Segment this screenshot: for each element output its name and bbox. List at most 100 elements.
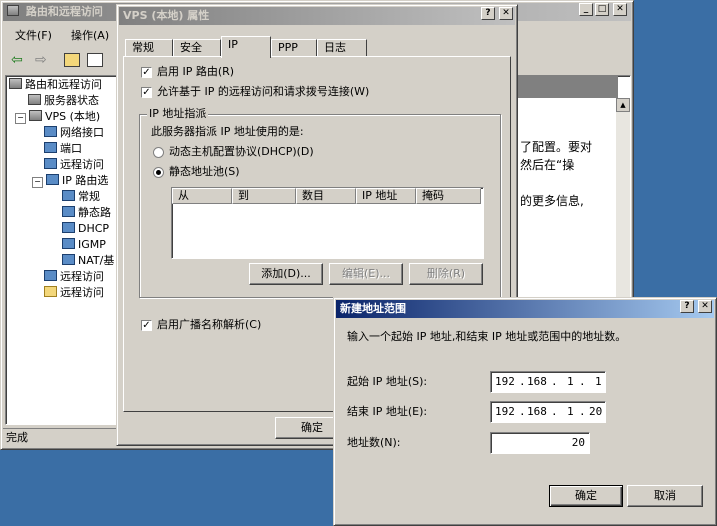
dialog-instruction: 输入一个起始 IP 地址,和结束 IP 地址或范围中的地址数。 bbox=[347, 330, 627, 343]
dialog-ok-button[interactable]: 确定 bbox=[549, 485, 623, 507]
column-from[interactable]: 从 bbox=[172, 188, 232, 204]
static-pool-radio[interactable] bbox=[153, 167, 164, 178]
dialog-title-bar[interactable]: 新建地址范围 bbox=[336, 300, 714, 318]
end-ip-label: 结束 IP 地址(E): bbox=[347, 405, 428, 418]
tab-general[interactable]: 常规 bbox=[125, 39, 173, 57]
static-pool-radio-label[interactable]: 静态地址池(S) bbox=[169, 165, 240, 179]
server-icon bbox=[29, 110, 42, 121]
end-ip-field[interactable]: 192 . 168 . 1 . 20 bbox=[490, 401, 606, 423]
start-ip-field[interactable]: 192 . 168 . 1 . 1 bbox=[490, 371, 606, 393]
new-address-range-dialog: 新建地址范围 ? ✕ 输入一个起始 IP 地址,和结束 IP 地址或范围中的地址… bbox=[333, 297, 717, 526]
tree-pane[interactable]: 路由和远程访问 服务器状态 − VPS (本地) 网络接口 端口 远程访问 − IP… bbox=[5, 75, 120, 425]
dialog-cancel-button[interactable]: 取消 bbox=[627, 485, 703, 507]
start-ip-octet-2[interactable]: 168 bbox=[527, 373, 547, 391]
server-icon bbox=[28, 94, 41, 105]
menu-file[interactable]: 文件(F) bbox=[15, 29, 52, 43]
tree-item-ports[interactable]: 端口 bbox=[44, 142, 82, 156]
tree-item-general[interactable]: 常规 bbox=[62, 190, 100, 204]
network-icon bbox=[62, 238, 75, 249]
details-text-line-1: 了配置。要对 bbox=[520, 140, 593, 154]
address-count-value[interactable]: 20 bbox=[572, 434, 585, 452]
network-icon bbox=[44, 142, 57, 153]
close-button[interactable]: ✕ bbox=[698, 300, 712, 313]
policy-icon bbox=[44, 270, 57, 281]
tree-item-igmp[interactable]: IGMP bbox=[62, 238, 106, 252]
enable-ip-routing-label[interactable]: 启用 IP 路由(R) bbox=[157, 65, 234, 79]
network-icon bbox=[44, 158, 57, 169]
end-ip-octet-2[interactable]: 168 bbox=[527, 403, 547, 421]
tab-logging[interactable]: 日志 bbox=[317, 39, 367, 57]
network-icon bbox=[44, 126, 57, 137]
allow-ip-remote-checkbox[interactable]: ✓ bbox=[141, 87, 152, 98]
collapse-icon[interactable]: − bbox=[15, 113, 26, 124]
tree-item-root[interactable]: 路由和远程访问 bbox=[9, 78, 102, 92]
tree-item-server-status[interactable]: 服务器状态 bbox=[28, 94, 99, 108]
dhcp-radio-label[interactable]: 动态主机配置协议(DHCP)(D) bbox=[169, 145, 314, 159]
column-ip-address[interactable]: IP 地址 bbox=[356, 188, 416, 204]
computer-icon bbox=[7, 5, 19, 16]
start-ip-octet-1[interactable]: 192 bbox=[495, 373, 515, 391]
enable-ip-routing-checkbox[interactable]: ✓ bbox=[141, 67, 152, 78]
tree-item-vps[interactable]: − VPS (本地) bbox=[15, 110, 100, 124]
help-button[interactable]: ? bbox=[680, 300, 694, 313]
network-icon bbox=[62, 254, 75, 265]
delete-button[interactable]: 删除(R) bbox=[409, 263, 483, 285]
tree-item-remote-access-clients[interactable]: 远程访问 bbox=[44, 158, 104, 172]
ip-assignment-description: 此服务器指派 IP 地址使用的是: bbox=[151, 125, 304, 138]
start-ip-octet-4[interactable]: 1 bbox=[595, 373, 602, 391]
add-button[interactable]: 添加(D)... bbox=[249, 263, 323, 285]
status-text: 完成 bbox=[6, 431, 28, 444]
minimize-button[interactable]: _ bbox=[579, 3, 593, 16]
menu-action[interactable]: 操作(A) bbox=[71, 29, 109, 43]
address-count-field[interactable]: 20 bbox=[490, 432, 590, 454]
help-button[interactable]: ? bbox=[481, 7, 495, 20]
end-ip-octet-1[interactable]: 192 bbox=[495, 403, 515, 421]
start-ip-octet-3[interactable]: 1 bbox=[567, 373, 574, 391]
scroll-up-button[interactable]: ▲ bbox=[616, 98, 630, 112]
network-icon bbox=[62, 222, 75, 233]
tree-item-interfaces[interactable]: 网络接口 bbox=[44, 126, 104, 140]
network-icon bbox=[46, 174, 59, 185]
details-header-band bbox=[512, 76, 618, 98]
forward-arrow-icon[interactable]: ⇨ bbox=[35, 53, 47, 67]
close-button[interactable]: ✕ bbox=[613, 3, 627, 16]
end-ip-octet-3[interactable]: 1 bbox=[567, 403, 574, 421]
tree-item-nat[interactable]: NAT/基 bbox=[62, 254, 114, 268]
ip-assignment-group-title: IP 地址指派 bbox=[147, 107, 209, 121]
properties-title-bar[interactable]: VPS (本地) 属性 bbox=[119, 7, 515, 25]
mmc-title: 路由和远程访问 bbox=[25, 5, 103, 18]
broadcast-checkbox[interactable]: ✓ bbox=[141, 320, 152, 331]
tree-item-ip-routing[interactable]: − IP 路由选 bbox=[32, 174, 108, 188]
start-ip-label: 起始 IP 地址(S): bbox=[347, 375, 428, 388]
dhcp-radio[interactable] bbox=[153, 147, 164, 158]
tree-item-static-routes[interactable]: 静态路 bbox=[62, 206, 111, 220]
network-icon bbox=[62, 206, 75, 217]
column-count[interactable]: 数目 bbox=[296, 188, 356, 204]
collapse-icon[interactable]: − bbox=[32, 177, 43, 188]
server-icon bbox=[9, 78, 22, 89]
address-count-label: 地址数(N): bbox=[347, 436, 401, 449]
details-text-line-3: 的更多信息, bbox=[520, 194, 584, 208]
column-mask[interactable]: 掩码 bbox=[416, 188, 481, 204]
tree-item-remote-access-logging[interactable]: 远程访问 bbox=[44, 286, 104, 300]
dialog-title: 新建地址范围 bbox=[340, 302, 406, 315]
folder-icon bbox=[44, 286, 57, 297]
tree-item-dhcp[interactable]: DHCP bbox=[62, 222, 109, 236]
broadcast-label[interactable]: 启用广播名称解析(C) bbox=[157, 318, 261, 332]
allow-ip-remote-label[interactable]: 允许基于 IP 的远程访问和请求拨号连接(W) bbox=[157, 85, 369, 99]
back-arrow-icon[interactable]: ⇦ bbox=[11, 53, 23, 67]
close-button[interactable]: ✕ bbox=[499, 7, 513, 20]
show-tree-icon[interactable] bbox=[87, 53, 103, 67]
address-pool-list[interactable]: 从 到 数目 IP 地址 掩码 bbox=[171, 187, 484, 259]
column-to[interactable]: 到 bbox=[232, 188, 296, 204]
tree-item-remote-access-policies[interactable]: 远程访问 bbox=[44, 270, 104, 284]
maximize-button[interactable]: □ bbox=[595, 3, 609, 16]
tab-ppp[interactable]: PPP bbox=[271, 39, 317, 57]
properties-title: VPS (本地) 属性 bbox=[123, 9, 210, 22]
end-ip-octet-4[interactable]: 20 bbox=[589, 403, 602, 421]
tab-security[interactable]: 安全 bbox=[173, 39, 221, 57]
edit-button[interactable]: 编辑(E)... bbox=[329, 263, 403, 285]
tab-ip[interactable]: IP bbox=[221, 36, 271, 58]
up-folder-icon[interactable] bbox=[64, 53, 80, 67]
details-text-line-2: 然后在“操 bbox=[520, 158, 575, 172]
